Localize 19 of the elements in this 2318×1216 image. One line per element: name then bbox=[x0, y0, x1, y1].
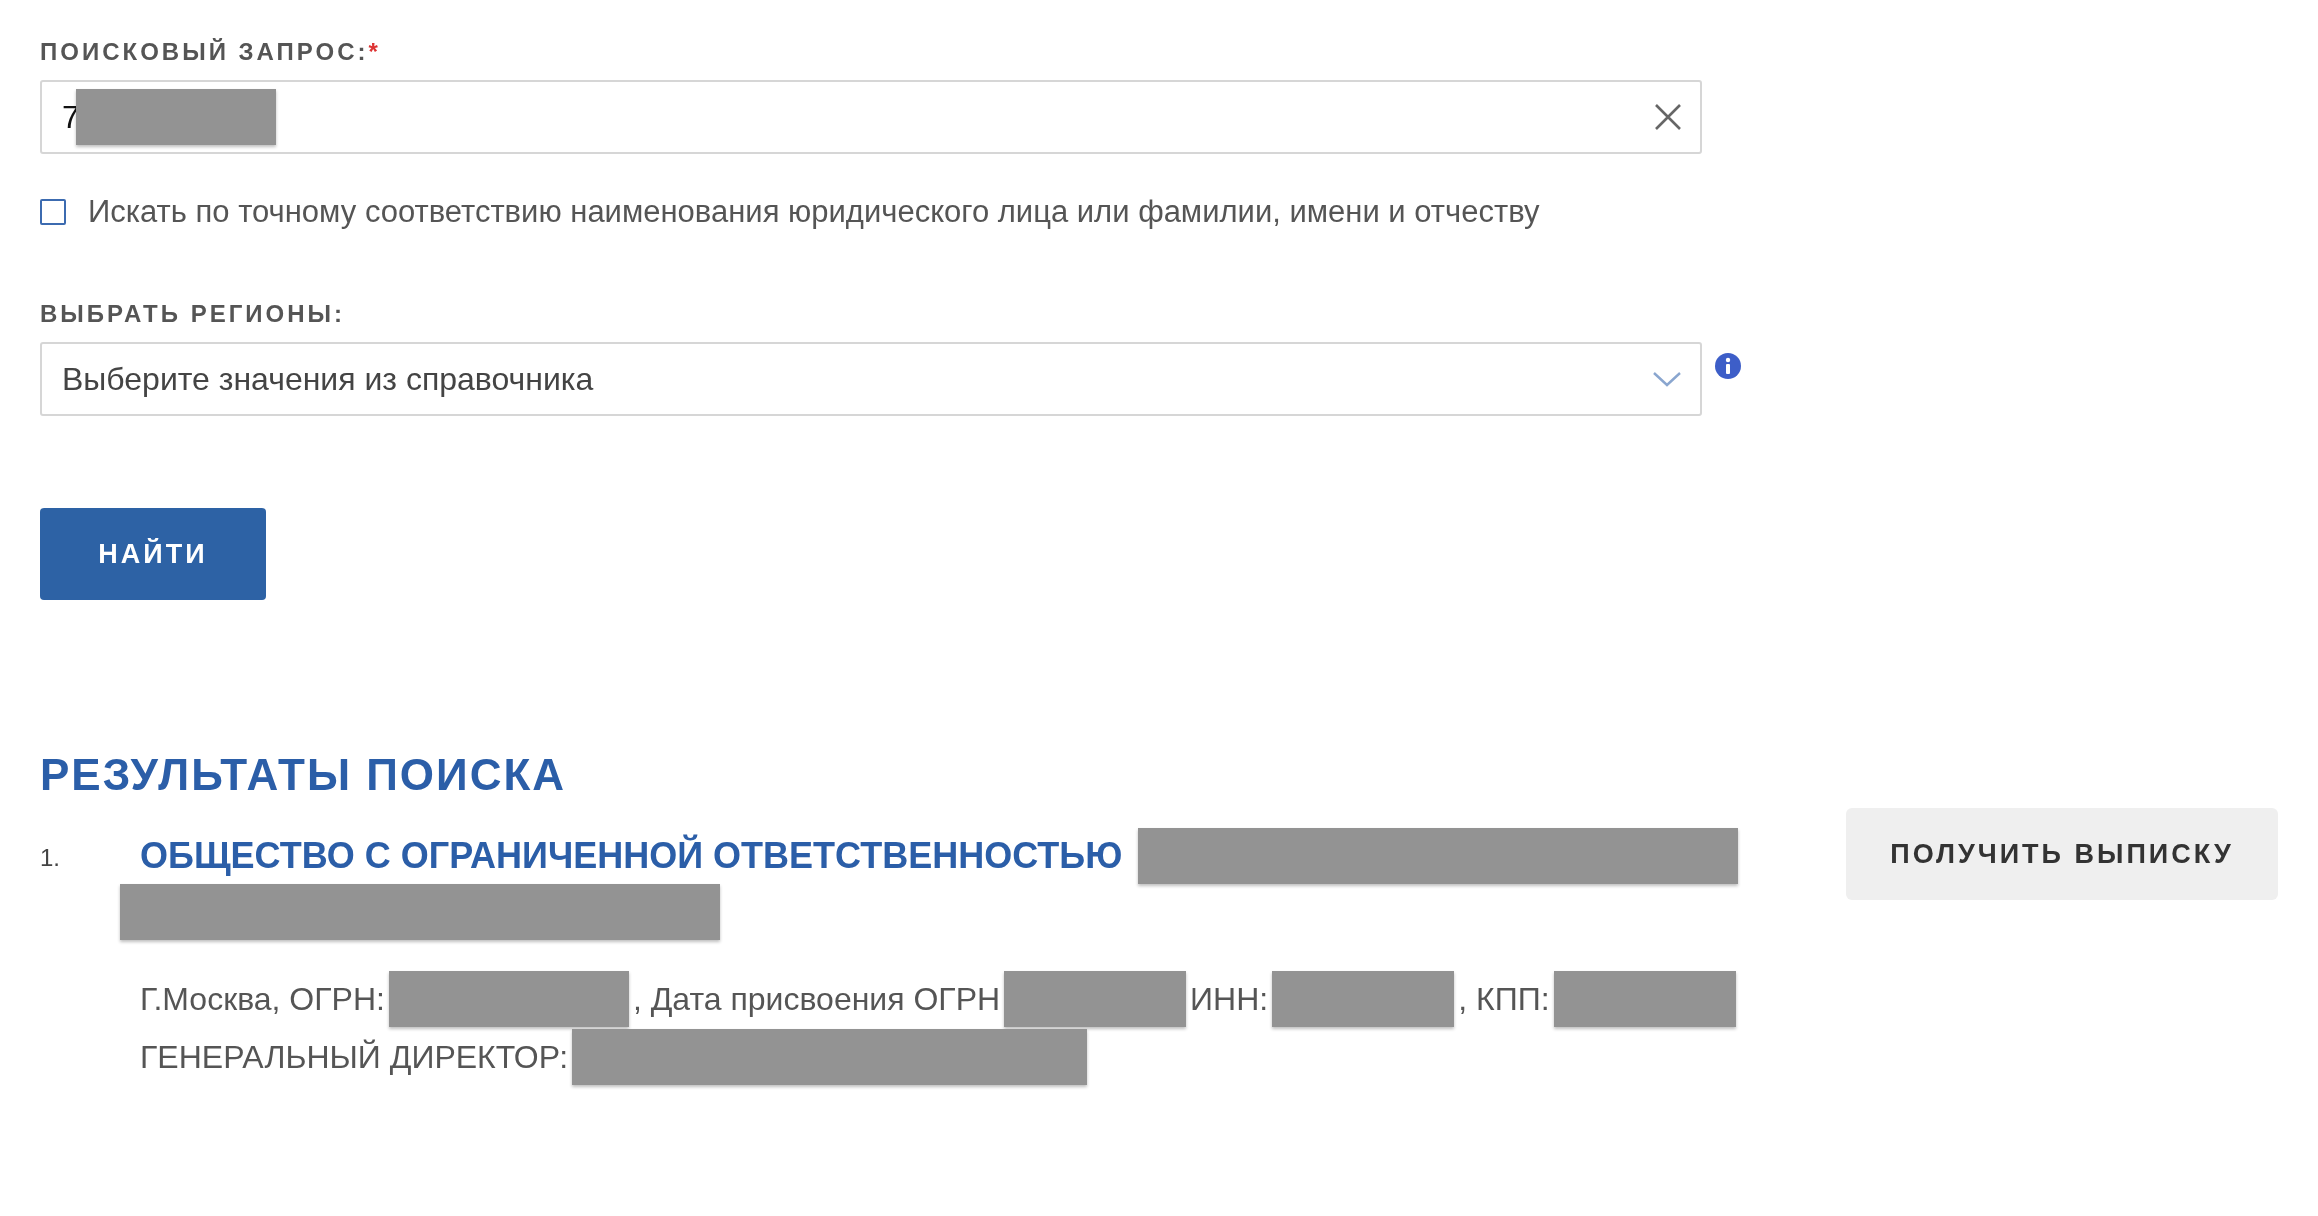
info-icon[interactable] bbox=[1714, 352, 1742, 380]
required-mark: * bbox=[368, 38, 381, 65]
field-label: ВЫБРАТЬ РЕГИОНЫ: bbox=[40, 300, 347, 328]
get-extract-button[interactable]: ПОЛУЧИТЬ ВЫПИСКУ bbox=[1846, 808, 2278, 900]
chevron-down-icon bbox=[1652, 371, 1682, 387]
find-button[interactable]: НАЙТИ bbox=[40, 508, 266, 600]
result-detail: ИНН: bbox=[1190, 980, 1269, 1018]
result-detail: ГЕНЕРАЛЬНЫЙ ДИРЕКТОР: bbox=[140, 1038, 569, 1076]
region-dropdown[interactable]: Выберите значения из справочника bbox=[40, 342, 1702, 416]
result-title[interactable]: ОБЩЕСТВО С ОГРАНИЧЕННОЙ ОТВЕТСТВЕННОСТЬЮ bbox=[140, 835, 1123, 877]
result-number: 1. bbox=[40, 843, 61, 872]
result-detail: , Дата присвоения ОГРН bbox=[632, 980, 1001, 1018]
result-detail: Г.Москва, ОГРН: bbox=[140, 980, 385, 1018]
result-detail: , КПП: bbox=[1458, 980, 1550, 1018]
checkbox[interactable] bbox=[40, 199, 66, 225]
results-heading: РЕЗУЛЬТАТЫ ПОИСКА bbox=[40, 750, 568, 800]
field-label: ПОИСКОВЫЙ ЗАПРОС:* bbox=[40, 38, 382, 66]
checkbox-label[interactable]: Искать по точному соответствию наименования юридического лица или фамилии, имени и отчеству bbox=[88, 194, 1540, 230]
close-icon[interactable] bbox=[1654, 103, 1682, 131]
